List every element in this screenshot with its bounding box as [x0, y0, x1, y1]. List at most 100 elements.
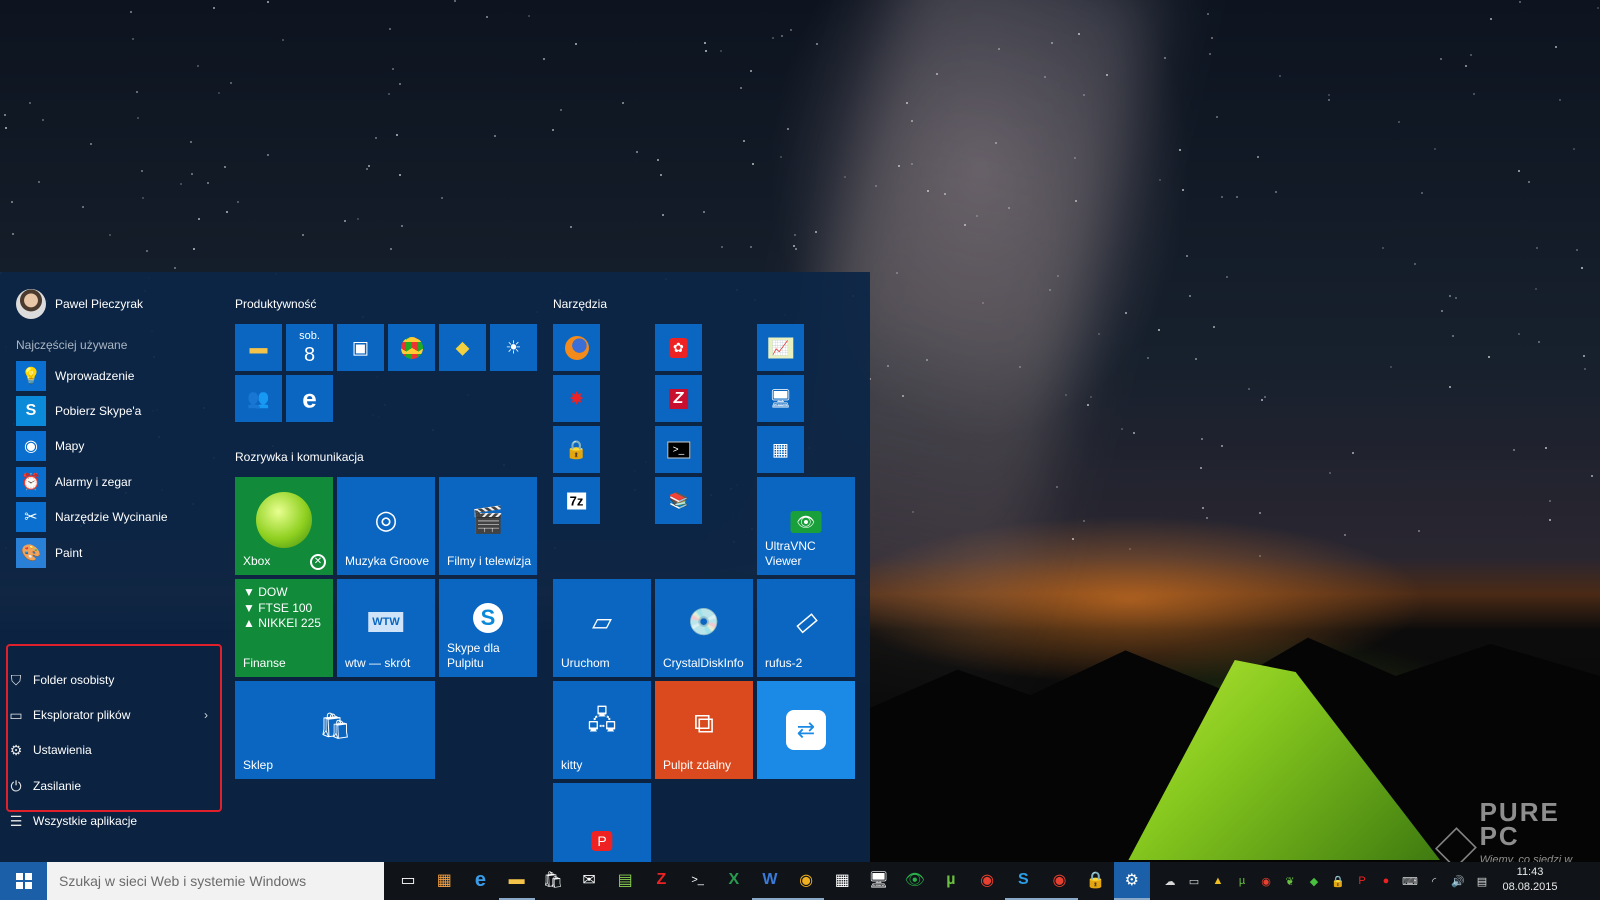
leaf-icon[interactable]: ❦	[1280, 869, 1300, 893]
utorrent-icon[interactable]: µ	[933, 862, 969, 900]
tile-skype-desktop[interactable]: S Skype dla Pulpitu	[439, 579, 537, 677]
chrome-tray-icon[interactable]: ◉	[1256, 869, 1276, 893]
chevron-right-icon[interactable]: ›	[204, 708, 208, 722]
volume-icon[interactable]: 🔊	[1448, 869, 1468, 893]
user-account[interactable]: Pawel Pieczyrak	[16, 288, 143, 320]
chrome-second-icon[interactable]: ◉	[1041, 862, 1078, 900]
tile-finance[interactable]: ▼ DOW ▼ FTSE 100 ▲ NIKKEI 225 Finanse	[235, 579, 333, 677]
green-status-icon[interactable]: ◆	[1304, 869, 1324, 893]
notifications-icon[interactable]: ▤	[1472, 869, 1492, 893]
onedrive-icon[interactable]: ☁	[1160, 869, 1180, 893]
keyboard-icon[interactable]: ⌨	[1400, 869, 1420, 893]
star	[1072, 538, 1074, 540]
group-productivity-label[interactable]: Produktywność	[235, 297, 316, 311]
tile-edge[interactable]: e	[286, 375, 333, 422]
star	[1584, 368, 1586, 370]
star	[1279, 75, 1281, 77]
personal-folder-button[interactable]: ⛉ Folder osobisty	[8, 670, 208, 690]
tile-calendar[interactable]: sob. 8	[286, 324, 333, 371]
tile-red-app[interactable]: P	[553, 783, 651, 862]
taskbar-clock[interactable]: 11:43 08.08.2015	[1500, 865, 1560, 895]
google-drive-icon[interactable]: ▲	[1208, 869, 1228, 893]
calendar-icon[interactable]: ▦	[824, 862, 860, 900]
list-item-label: Wprowadzenie	[55, 368, 135, 383]
tile-photos[interactable]: ▣	[337, 324, 384, 371]
tile-calculator[interactable]: ▦	[757, 426, 804, 473]
settings-gear-icon[interactable]: ⚙	[1113, 862, 1150, 900]
edge-icon[interactable]: e	[462, 862, 498, 900]
tile-keepass[interactable]: 🔒	[553, 426, 600, 473]
tile-file-explorer[interactable]: ▬	[235, 324, 282, 371]
monitor-icon[interactable]: ▭	[1184, 869, 1204, 893]
tile-people[interactable]: 👥	[235, 375, 282, 422]
start-tiles-icon[interactable]: ▦	[426, 862, 462, 900]
tile-app-red[interactable]: ✸	[553, 375, 600, 422]
utorrent-tray-icon[interactable]: µ	[1232, 869, 1252, 893]
chart-document-icon[interactable]: ▤	[607, 862, 643, 900]
star	[190, 141, 192, 143]
lock-icon[interactable]: 🔒	[1078, 862, 1114, 900]
list-item-skype[interactable]: S Pobierz Skype'a	[16, 393, 216, 428]
store-icon[interactable]: 🛍	[535, 862, 571, 900]
star	[1207, 13, 1209, 15]
terminal-icon: >_	[666, 441, 691, 458]
star	[1074, 157, 1076, 159]
tile-wtw[interactable]: WTW wtw — skrót	[337, 579, 435, 677]
most-used-label: Najczęściej używane	[16, 338, 128, 352]
settings-button[interactable]: ⚙ Ustawienia	[8, 740, 208, 760]
wifi-icon[interactable]: ◜	[1424, 869, 1444, 893]
all-apps-button[interactable]: ☰ Wszystkie aplikacje	[8, 811, 208, 831]
disk-icon: 💿	[687, 606, 721, 637]
tile-run[interactable]: ▱ Uruchom	[553, 579, 651, 677]
tile-weather[interactable]: ☀	[490, 324, 537, 371]
tile-network-app[interactable]: 🖥	[757, 375, 804, 422]
red-p-icon[interactable]: P	[1352, 869, 1372, 893]
search-input[interactable]: Szukaj w sieci Web i systemie Windows	[47, 862, 384, 900]
list-item-wprowadzenie[interactable]: 💡 Wprowadzenie	[16, 358, 216, 393]
list-item-snipping[interactable]: ✂ Narzędzie Wycinanie	[16, 500, 216, 535]
list-item-paint[interactable]: 🎨 Paint	[16, 535, 216, 570]
tile-crystaldiskinfo[interactable]: 💿 CrystalDiskInfo	[655, 579, 753, 677]
tile-ultravnc[interactable]: 👁 UltraVNC Viewer	[757, 477, 855, 575]
tile-chart-app[interactable]: 📈	[757, 324, 804, 371]
star	[1465, 65, 1467, 67]
tile-filezilla[interactable]: Z	[655, 375, 702, 422]
tile-remote-desktop[interactable]: ⧉ Pulpit zdalny	[655, 681, 753, 779]
filezilla-icon[interactable]: Z	[643, 862, 679, 900]
list-item-alarms[interactable]: ⏰ Alarmy i zegar	[16, 464, 216, 499]
tile-firefox[interactable]	[553, 324, 600, 371]
list-item-maps[interactable]: ◉ Mapy	[16, 429, 216, 464]
tile-kitty[interactable]: 🖧 kitty	[553, 681, 651, 779]
tile-movies-tv[interactable]: 🎬 Filmy i telewizja	[439, 477, 537, 575]
eye-icon[interactable]: 👁	[897, 862, 933, 900]
star	[911, 120, 913, 122]
tile-command-prompt[interactable]: >_	[655, 426, 702, 473]
tile-store[interactable]: 🛍 Sklep	[235, 681, 435, 779]
tile-chrome[interactable]	[388, 324, 435, 371]
group-tools-label[interactable]: Narzędzia	[553, 297, 607, 311]
chrome-profile-icon[interactable]: ◉	[969, 862, 1005, 900]
tile-7zip[interactable]: 7z	[553, 477, 600, 524]
start-button[interactable]	[0, 862, 47, 900]
network-computer-icon[interactable]: 🖥	[860, 862, 896, 900]
tile-rufus[interactable]: ▭ rufus-2	[757, 579, 855, 677]
group-entertainment-label[interactable]: Rozrywka i komunikacja	[235, 450, 364, 464]
tile-winrar[interactable]: 📚	[655, 477, 702, 524]
tile-groove-music[interactable]: ◎ Muzyka Groove	[337, 477, 435, 575]
tile-xbox[interactable]: Xbox ✕	[235, 477, 333, 575]
word-icon[interactable]: W	[751, 862, 789, 900]
tile-tips[interactable]: ◆	[439, 324, 486, 371]
record-icon[interactable]: ●	[1376, 869, 1396, 893]
chrome-icon[interactable]: ◉	[788, 862, 825, 900]
keepass-tray-icon[interactable]: 🔒	[1328, 869, 1348, 893]
tile-camera-app[interactable]: ✿	[655, 324, 702, 371]
tile-teamviewer[interactable]: ⇄	[757, 681, 855, 779]
power-button[interactable]: ⏻ Zasilanie	[8, 776, 208, 796]
task-view-icon[interactable]: ▭	[390, 862, 426, 900]
mail-icon[interactable]: ✉	[571, 862, 607, 900]
excel-icon[interactable]: X	[716, 862, 752, 900]
skype-icon[interactable]: S	[1005, 862, 1042, 900]
file-explorer-icon[interactable]: ▬	[498, 862, 535, 900]
file-explorer-button[interactable]: ▭ Eksplorator plików ›	[8, 705, 208, 725]
terminal-icon[interactable]: >_	[680, 862, 716, 900]
